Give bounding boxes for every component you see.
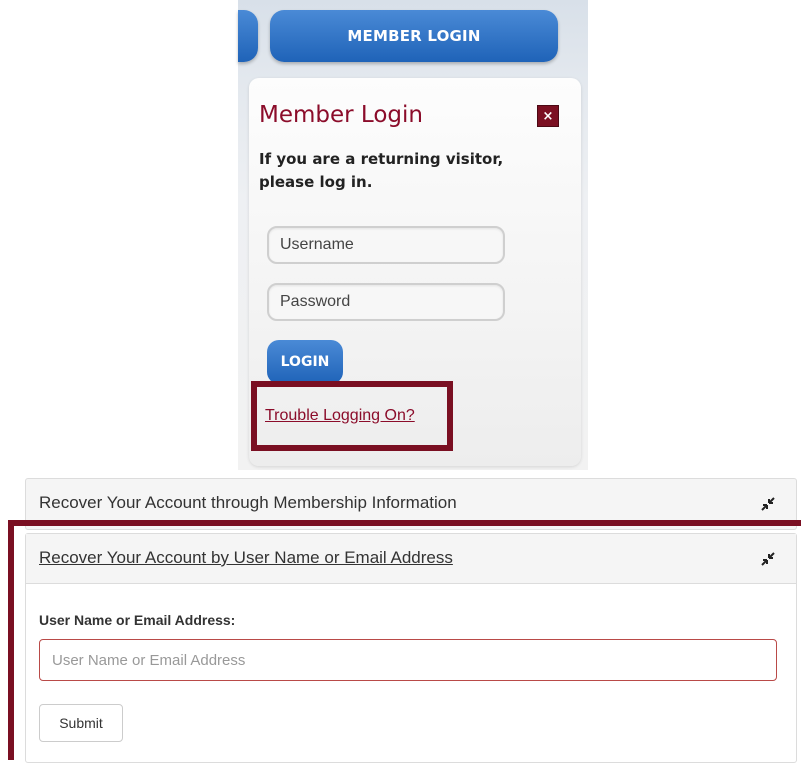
submit-button[interactable]: Submit [39,704,123,742]
compress-arrows-svg [761,552,775,566]
login-button[interactable]: LOGIN [267,340,343,384]
trouble-link-highlight: Trouble Logging On? [251,381,453,451]
login-title: Member Login [259,102,423,128]
login-intro-text: If you are a returning visitor, please l… [259,150,504,191]
username-email-field[interactable] [39,639,777,681]
nav-button-previous[interactable] [238,10,258,62]
accordion-username-email: Recover Your Account by User Name or Ema… [25,533,797,763]
accordion-title-membership-info[interactable]: Recover Your Account through Membership … [39,493,457,513]
member-login-tab[interactable]: MEMBER LOGIN [270,10,558,62]
accordion-header-username-email: Recover Your Account by User Name or Ema… [26,534,796,584]
login-widget: MEMBER LOGIN Member Login × If you are a… [238,0,588,470]
username-email-label: User Name or Email Address: [39,612,236,628]
password-input[interactable] [267,283,505,321]
accordion-title-username-email[interactable]: Recover Your Account by User Name or Ema… [39,548,453,568]
close-button[interactable]: × [537,105,559,127]
compress-arrows-icon[interactable] [758,494,778,514]
username-input[interactable] [267,226,505,264]
trouble-logging-on-link[interactable]: Trouble Logging On? [265,407,415,425]
compress-arrows-icon[interactable] [758,549,778,569]
compress-arrows-svg [761,497,775,511]
login-card: Member Login × If you are a returning vi… [249,78,581,466]
